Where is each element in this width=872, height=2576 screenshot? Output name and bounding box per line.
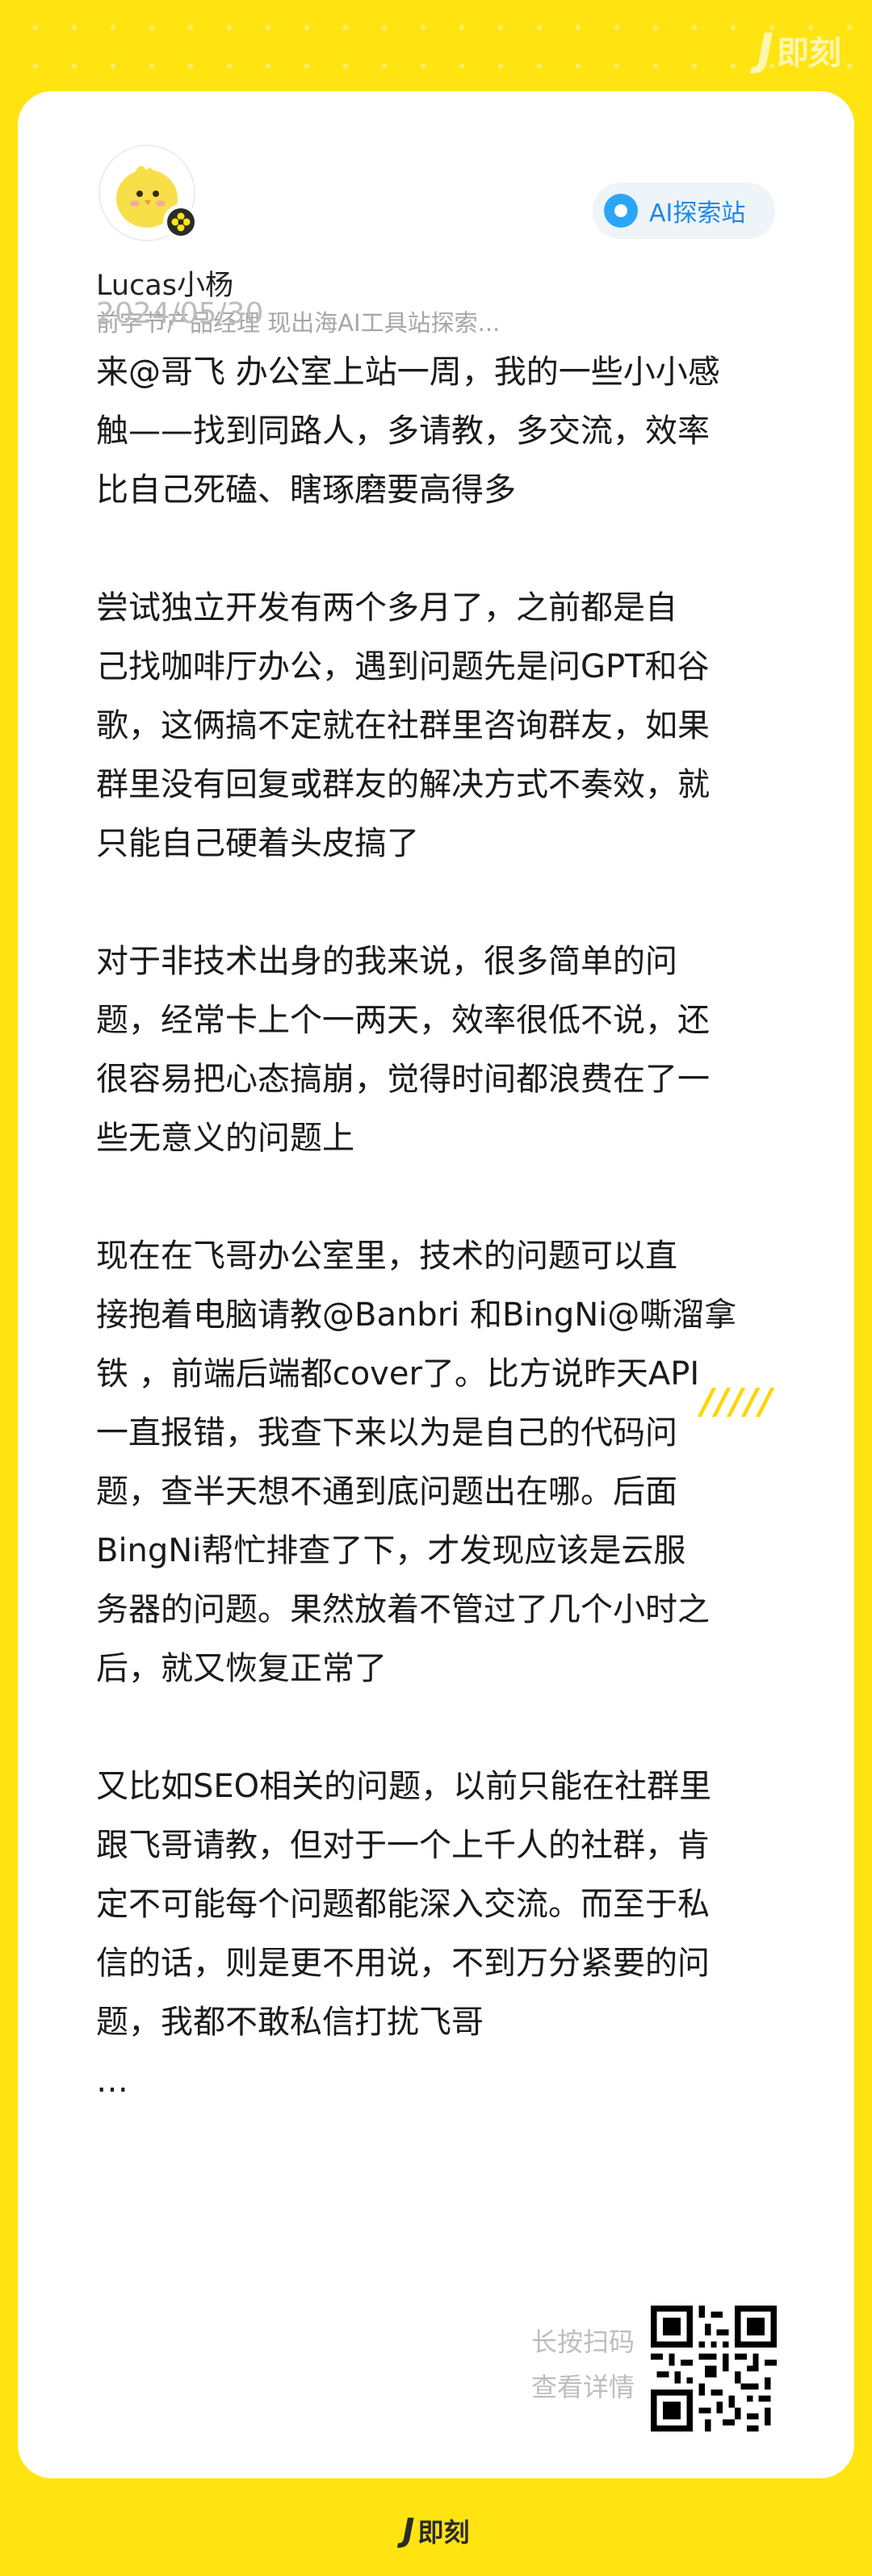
text-line: 只能自己硬着头皮搞了: [96, 825, 419, 862]
paragraph-2: 尝试独立开发有两个多月了，之前都是自 己找咖啡厅办公，遇到问题先是问GPT和谷 …: [96, 579, 787, 873]
jike-logo-text-bottom: 即刻: [417, 2517, 470, 2548]
text-line: 接抱着电脑请教@Banbri 和BingNi@嘶溜拿: [96, 1296, 737, 1334]
topic-label: AI探索站: [649, 199, 746, 228]
text-line: 触——找到同路人，多请教，多交流，效率: [96, 413, 710, 450]
author-badge: [163, 204, 199, 240]
decorative-slashes: /////: [701, 1381, 774, 1422]
text-line: 题，经常卡上个一两天，效率很低不说，还: [96, 1002, 710, 1039]
text-line: 题，查半天想不通到底问题出在哪。后面: [96, 1473, 677, 1510]
paragraph-5: 又比如SEO相关的问题，以前只能在社群里 跟飞哥请教，但对于一个上千人的社群，肯…: [96, 1757, 787, 2052]
jike-logo-mark-bottom: J: [402, 2512, 415, 2549]
text-line: 一直报错，我查下来以为是自己的代码问: [96, 1414, 677, 1451]
jike-logo-bottom: J 即刻: [0, 2512, 872, 2549]
text-line: 对于非技术出身的我来说，很多简单的问: [96, 943, 677, 980]
text-line: 尝试独立开发有两个多月了，之前都是自: [96, 589, 677, 626]
paragraph-1: 来@哥飞 办公室上站一周，我的一些小小感 触——找到同路人，多请教，多交流，效率…: [96, 343, 787, 520]
truncation-ellipsis: …: [96, 2063, 128, 2100]
text-line: 题，我都不敢私信打扰飞哥: [96, 2004, 484, 2041]
jike-logo-mark: J: [757, 24, 773, 75]
text-line: 现在在飞哥办公室里，技术的问题可以直: [96, 1238, 677, 1275]
jike-logo-text: 即刻: [777, 34, 841, 72]
text-line: 来@哥飞 办公室上站一周，我的一些小小感: [96, 354, 720, 391]
text-line: 又比如SEO相关的问题，以前只能在社群里: [96, 1768, 712, 1805]
text-line: BingNi帮忙排查了下，才发现应该是云服: [96, 1532, 686, 1569]
text-line: 务器的问题。果然放着不管过了几个小时之: [96, 1591, 710, 1628]
paragraph-3: 对于非技术出身的我来说，很多简单的问 题，经常卡上个一两天，效率很低不说，还 很…: [96, 932, 787, 1168]
topic-tag[interactable]: AI探索站: [593, 182, 775, 239]
jike-logo-top: J 即刻: [757, 24, 841, 75]
post-card: Lucas小杨 前字节产品经理 现出海AI工具站探索... AI探索站 2024…: [18, 91, 854, 2478]
text-line: 后，就又恢复正常了: [96, 1650, 387, 1687]
dot-pattern-background: [0, 0, 872, 89]
text-line: 定不可能每个问题都能深入交流。而至于私: [96, 1886, 710, 1923]
text-line: 己找咖啡厅办公，遇到问题先是问GPT和谷: [96, 648, 710, 685]
flower-badge-icon: [171, 212, 191, 232]
text-line: 很容易把心态搞崩，觉得时间都浪费在了一: [96, 1061, 710, 1098]
text-line: 比自己死磕、瞎琢磨要高得多: [96, 471, 516, 509]
text-line: 些无意义的问题上: [96, 1120, 354, 1157]
topic-dot-icon: [604, 194, 638, 228]
text-line: 跟飞哥请教，但对于一个上千人的社群，肯: [96, 1827, 710, 1864]
paragraph-4: 现在在飞哥办公室里，技术的问题可以直 接抱着电脑请教@Banbri 和BingN…: [96, 1227, 787, 1698]
share-card-page: J 即刻 Lucas小杨 前字节产品经理 现出海AI工具站探索... AI探索站…: [0, 0, 872, 2576]
text-line: 铁 ，前端后端都cover了。比方说昨天API: [96, 1355, 700, 1393]
scan-hint: 长按扫码 查看详情: [514, 2319, 635, 2410]
scan-hint-line1: 长按扫码: [530, 2327, 635, 2357]
scan-hint-line2: 查看详情: [530, 2372, 635, 2402]
text-line: 歌，这俩搞不定就在社群里咨询群友，如果: [96, 707, 710, 744]
qr-code-icon[interactable]: [651, 2306, 777, 2431]
post-content: 来@哥飞 办公室上站一周，我的一些小小感 触——找到同路人，多请教，多交流，效率…: [96, 343, 787, 2111]
post-date: 2024/05/30: [96, 297, 264, 330]
text-line: 信的话，则是更不用说，不到万分紧要的问: [96, 1945, 710, 1982]
text-line: 群里没有回复或群友的解决方式不奏效，就: [96, 766, 710, 803]
